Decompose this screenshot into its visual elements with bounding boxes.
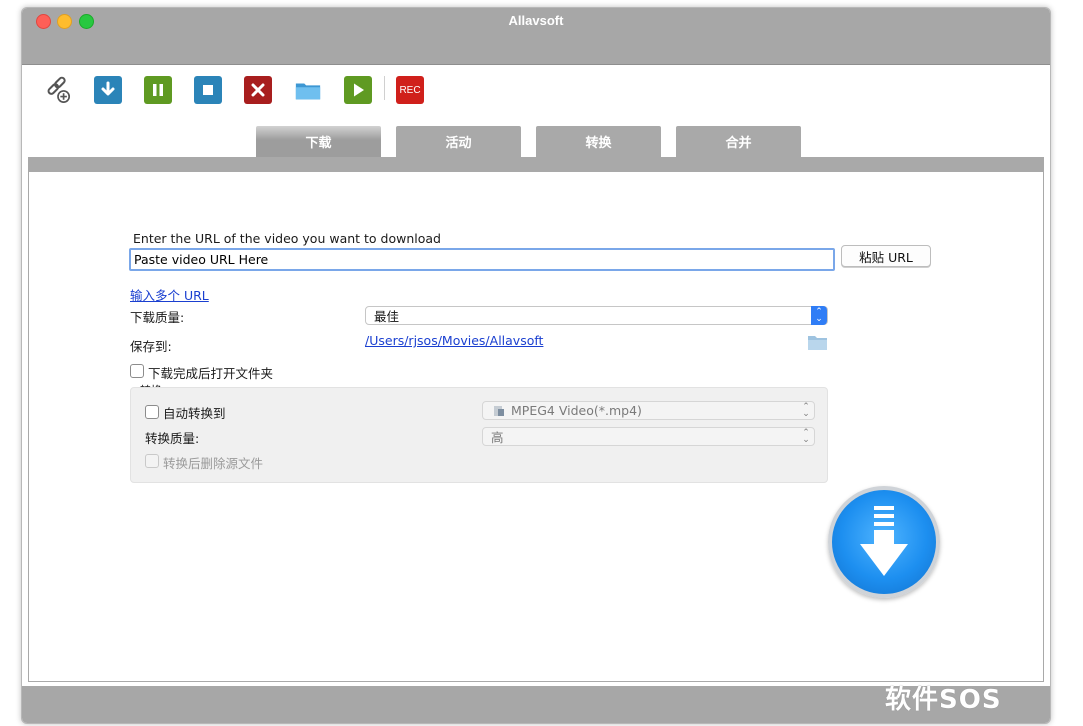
url-input[interactable] bbox=[129, 248, 835, 271]
open-folder-checkbox[interactable] bbox=[130, 364, 144, 378]
record-icon: REC bbox=[399, 84, 421, 96]
tab-convert[interactable]: 转换 bbox=[536, 126, 661, 157]
convert-quality-label: 转换质量: bbox=[145, 431, 200, 446]
convert-section: 自动转换到 MPEG4 Video(*.mp4) ⌃ ⌄ 转换质量: 高 ⌃ ⌄ 转… bbox=[130, 387, 828, 483]
url-prompt: Enter the URL of the video you want to d… bbox=[133, 231, 441, 246]
convert-format-select[interactable]: MPEG4 Video(*.mp4) ⌃ ⌄ bbox=[482, 401, 815, 420]
open-folder-button[interactable] bbox=[294, 76, 322, 104]
convert-quality-value: 高 bbox=[491, 430, 504, 445]
download-quality-value: 最佳 bbox=[374, 309, 400, 324]
delete-button[interactable] bbox=[244, 76, 272, 104]
download-button[interactable] bbox=[94, 76, 122, 104]
toolbar: REC bbox=[22, 65, 1050, 109]
delete-source-checkbox[interactable] bbox=[145, 454, 159, 468]
play-icon bbox=[354, 83, 364, 97]
tab-merge[interactable]: 合并 bbox=[676, 126, 801, 157]
big-download-arrow-icon bbox=[860, 506, 908, 576]
delete-source-label: 转换后删除源文件 bbox=[163, 456, 264, 471]
tab-bar: 下载 活动 转换 合并 bbox=[22, 110, 1050, 157]
video-file-icon bbox=[494, 405, 504, 416]
select-arrows-icon: ⌃ ⌄ bbox=[811, 306, 827, 325]
folder-icon bbox=[295, 83, 321, 100]
pause-icon bbox=[153, 84, 163, 96]
tab-strip bbox=[28, 157, 1044, 172]
start-download-button[interactable] bbox=[828, 486, 940, 598]
browse-folder-icon[interactable] bbox=[807, 334, 828, 351]
record-button[interactable]: REC bbox=[396, 76, 424, 104]
add-url-button[interactable] bbox=[44, 76, 72, 104]
paste-url-button[interactable]: 粘贴 URL bbox=[841, 245, 931, 267]
window-title: Allavsoft bbox=[508, 13, 564, 28]
stop-button[interactable] bbox=[194, 76, 222, 104]
tab-download[interactable]: 下载 bbox=[256, 126, 381, 157]
select-arrows-icon: ⌃ ⌄ bbox=[802, 427, 810, 445]
save-to-label: 保存到: bbox=[130, 339, 172, 354]
multi-url-link[interactable]: 输入多个 URL bbox=[130, 285, 209, 304]
save-path-link[interactable]: /Users/rjsos/Movies/Allavsoft bbox=[365, 333, 543, 348]
app-window: Allavsoft REC 下载 活动 转换 合并 Enter the URL … bbox=[21, 7, 1051, 724]
convert-format-value: MPEG4 Video(*.mp4) bbox=[511, 403, 642, 418]
tab-activity[interactable]: 活动 bbox=[396, 126, 521, 157]
watermark: 软件SOS bbox=[885, 685, 1002, 715]
convert-quality-select[interactable]: 高 ⌃ ⌄ bbox=[482, 427, 815, 446]
title-bar: Allavsoft bbox=[22, 8, 1050, 65]
download-quality-label: 下载质量: bbox=[130, 310, 185, 325]
add-link-icon bbox=[47, 76, 71, 103]
pause-button[interactable] bbox=[144, 76, 172, 104]
auto-convert-label: 自动转换到 bbox=[163, 406, 226, 421]
download-quality-select[interactable]: 最佳 ⌃ ⌄ bbox=[365, 306, 828, 325]
toolbar-separator bbox=[384, 76, 385, 100]
auto-convert-checkbox[interactable] bbox=[145, 405, 159, 419]
download-icon bbox=[101, 81, 115, 96]
open-folder-label: 下载完成后打开文件夹 bbox=[148, 366, 274, 381]
play-button[interactable] bbox=[344, 76, 372, 104]
select-arrows-icon: ⌃ ⌄ bbox=[802, 401, 810, 419]
download-panel: Enter the URL of the video you want to d… bbox=[28, 172, 1044, 682]
stop-icon bbox=[203, 85, 213, 95]
delete-icon bbox=[251, 83, 265, 97]
